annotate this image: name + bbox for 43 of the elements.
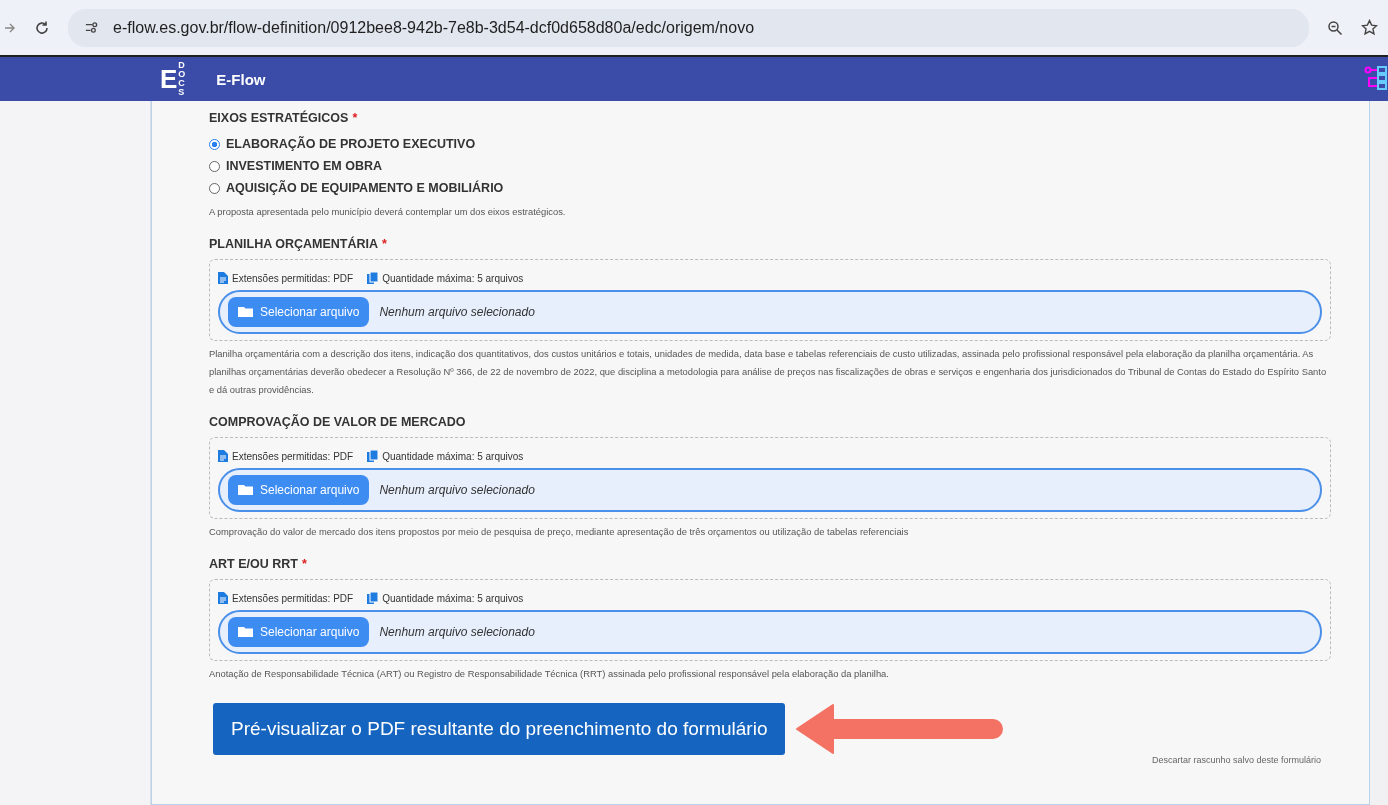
file-input[interactable]: Selecionar arquivo Nenhum arquivo selecionado (218, 468, 1322, 512)
field-label: COMPROVAÇÃO DE VALOR DE MERCADO (209, 415, 467, 429)
file-input[interactable]: Selecionar arquivo Nenhum arquivo selecionado (218, 290, 1322, 334)
preview-pdf-button[interactable]: Pré-visualizar o PDF resultante do preenchimento do formulário (213, 703, 786, 755)
copy-icon (367, 592, 379, 604)
field-label: EIXOS ESTRATÉGICOS * (209, 111, 359, 125)
discard-draft-link[interactable]: Descartar rascunho salvo deste formulário (1151, 755, 1321, 765)
help-text: A proposta apresentada pelo município deverá contemplar um dos eixos estratégicos. (209, 205, 567, 219)
radio-option[interactable]: INVESTIMENTO EM OBRA (209, 155, 383, 177)
field-label: ART E/OU RRT * (209, 557, 308, 571)
extensions-text: Extensões permitidas: PDF (232, 272, 354, 284)
help-text: Planilha orçamentária com a descrição dos itens, indicação dos quantitativos, dos custos unitários e totais, unidades de medida, data base e tabelas referenciais de custo utilizadas, assinada pelo profissional responsável pela elaboração da planilha orçamentária. As planilhas orçamentárias deverão obedecer a Resolução Nº 366, de 22 de novembro de 2022, que disciplina a metodologia para análise de preços nas fiscalizações de obras e serviços e engenharia dos jurisdicionados do Tribunal de Contas do Estado do Espírito Santo e dá outras providências. (209, 347, 1328, 397)
app-title: E-Flow (216, 70, 266, 88)
radio-option[interactable]: ELABORAÇÃO DE PROJETO EXECUTIVO (209, 133, 476, 155)
max-files-text: Quantidade máxima: 5 arquivos (382, 592, 524, 604)
file-status-text: Nenhum arquivo selecionado (379, 305, 535, 319)
url-text: e-flow.es.gov.br/flow-definition/0912bee8-942b-7e8b-3d54-dcf0d658d80a/edc/origem/novo (113, 18, 755, 37)
address-bar[interactable]: e-flow.es.gov.br/flow-definition/0912bee8-942b-7e8b-3d54-dcf0d658d80a/edc/origem/novo (68, 8, 1309, 47)
star-icon[interactable] (1361, 19, 1378, 36)
site-settings-icon[interactable] (84, 20, 99, 35)
extensions-text: Extensões permitidas: PDF (232, 450, 354, 462)
file-status-text: Nenhum arquivo selecionado (379, 483, 535, 497)
file-status-text: Nenhum arquivo selecionado (379, 625, 535, 639)
radio-option[interactable]: AQUISIÇÃO DE EQUIPAMENTO E MOBILIÁRIO (209, 177, 504, 199)
forward-icon[interactable] (4, 21, 16, 34)
folder-icon (238, 484, 254, 496)
folder-icon (238, 626, 254, 638)
file-input[interactable]: Selecionar arquivo Nenhum arquivo selecionado (218, 610, 1322, 654)
folder-icon (238, 306, 254, 318)
document-icon (218, 272, 228, 284)
extensions-text: Extensões permitidas: PDF (232, 592, 354, 604)
flow-diagram-icon[interactable] (1364, 65, 1388, 91)
reload-icon[interactable] (34, 19, 50, 36)
zoom-icon[interactable] (1327, 19, 1343, 36)
help-text: Comprovação do valor de mercado dos itens propostos por meio de pesquisa de preço, mediante apresentação de três orçamentos ou utilização de tabelas referenciais (209, 525, 910, 539)
copy-icon (367, 272, 379, 284)
help-text: Anotação de Responsabilidade Técnica (ART) ou Registro de Responsabilidade Técnica (RRT) assinada pelo profissional responsável pela elaboração da planilha. (209, 667, 890, 681)
document-icon (218, 450, 228, 462)
max-files-text: Quantidade máxima: 5 arquivos (382, 272, 524, 284)
document-icon (218, 592, 228, 604)
field-label: PLANILHA ORÇAMENTÁRIA * (209, 237, 388, 251)
max-files-text: Quantidade máxima: 5 arquivos (382, 450, 524, 462)
copy-icon (367, 450, 379, 462)
